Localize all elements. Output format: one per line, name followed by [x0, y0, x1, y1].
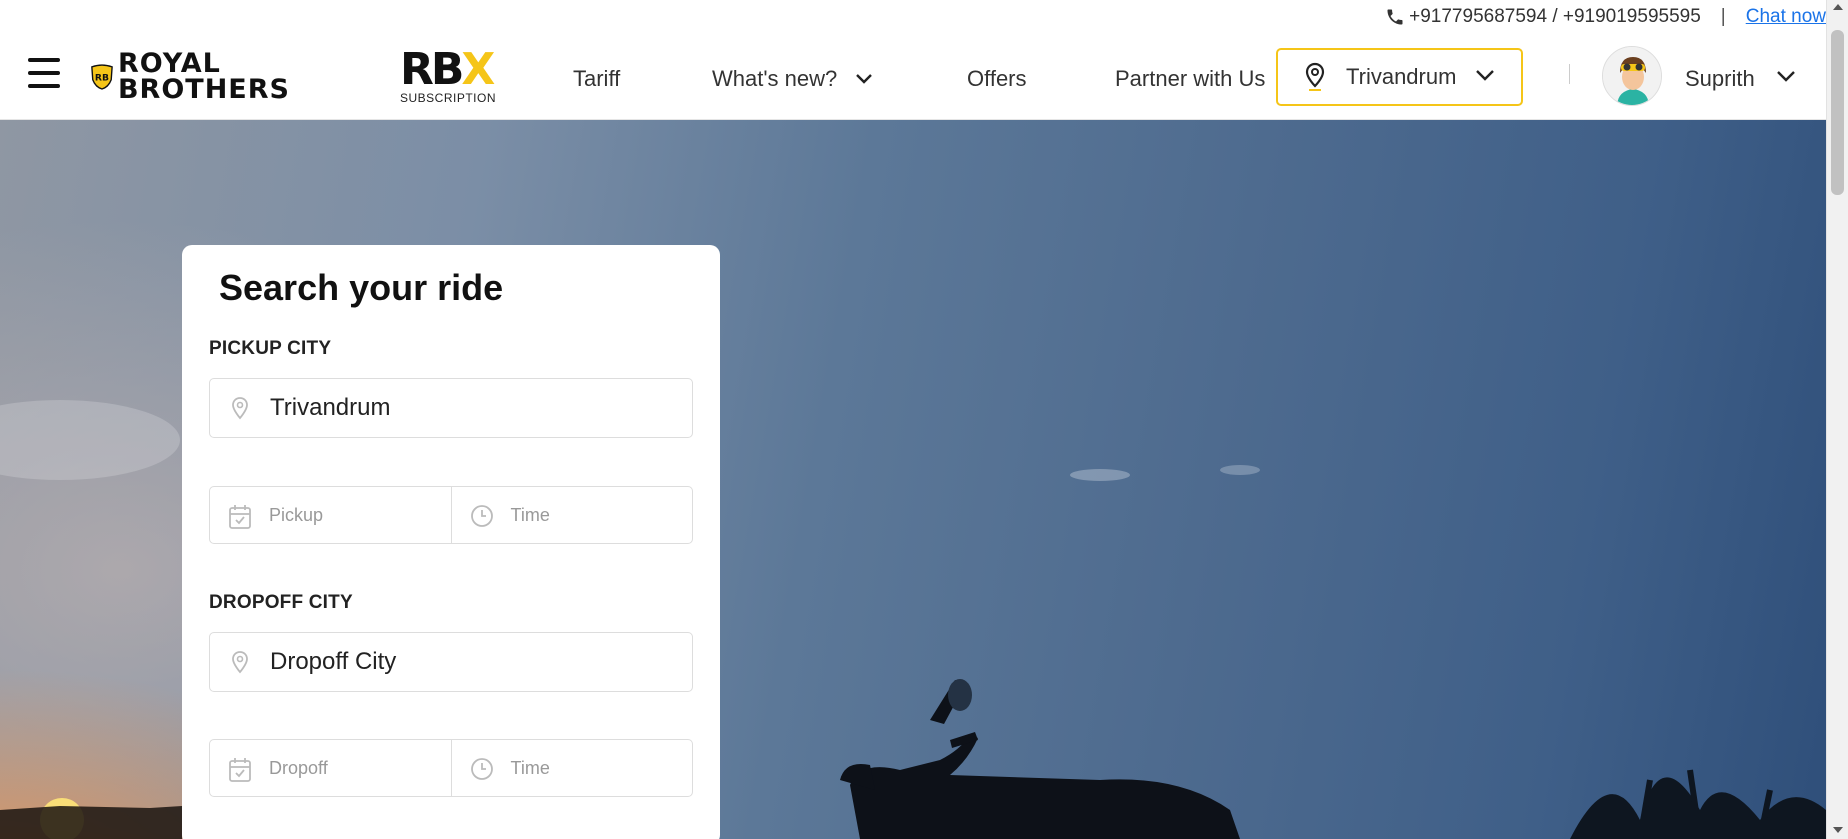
pickup-city-value: Trivandrum	[270, 394, 391, 421]
clock-icon	[470, 758, 493, 780]
user-name[interactable]: Suprith	[1685, 66, 1755, 92]
contact-strip: +917795687594 / +919019595595 | Chat now	[0, 0, 1826, 33]
rbx-mark: RB	[400, 44, 464, 95]
separator: |	[1720, 5, 1726, 27]
rbx-x: X	[461, 44, 495, 95]
dropoff-time-field[interactable]: Time	[450, 740, 693, 796]
pickup-time-placeholder: Time	[510, 504, 550, 525]
nav-partner[interactable]: Partner with Us	[1115, 66, 1265, 92]
dropoff-datetime-row: Dropoff Time	[209, 739, 693, 797]
svg-text:RB: RB	[95, 73, 109, 84]
chat-now-link[interactable]: Chat now	[1746, 6, 1826, 28]
dropoff-city-value: Dropoff City	[270, 648, 397, 675]
chevron-down-icon	[1476, 70, 1494, 81]
calendar-icon	[229, 758, 251, 782]
dropoff-city-input[interactable]: Dropoff City	[209, 632, 693, 692]
location-pin-icon	[232, 651, 248, 674]
selected-city: Trivandrum	[1346, 64, 1457, 89]
chevron-down-icon	[856, 74, 873, 84]
phone-numbers: +917795687594 / +919019595595	[1409, 5, 1701, 27]
pickup-time-field[interactable]: Time	[450, 487, 693, 543]
calendar-icon	[229, 505, 251, 529]
brand-line-2: BROTHERS	[117, 74, 290, 105]
avatar[interactable]	[1602, 46, 1662, 106]
location-pin-icon	[232, 397, 248, 420]
rbx-subtitle: SUBSCRIPTION	[400, 91, 497, 105]
pickup-date-field[interactable]: Pickup	[210, 487, 451, 543]
scroll-thumb[interactable]	[1831, 30, 1844, 195]
city-selector[interactable]: Trivandrum	[1276, 48, 1523, 106]
dropoff-date-field[interactable]: Dropoff	[210, 740, 451, 796]
pickup-date-placeholder: Pickup	[269, 504, 324, 525]
hamburger-icon[interactable]	[28, 58, 60, 88]
location-pin-icon	[1305, 62, 1325, 91]
pickup-city-input[interactable]: Trivandrum	[209, 378, 693, 438]
royal-brothers-logo[interactable]: RB ROYAL BROTHERS	[90, 49, 290, 105]
scroll-up-arrow-icon[interactable]	[1833, 4, 1843, 10]
pickup-datetime-row: Pickup Time	[209, 486, 693, 544]
search-ride-card: Search your ride PICKUP CITY Trivandrum …	[182, 245, 720, 839]
nav-whats-new[interactable]: What's new?	[712, 66, 873, 92]
dropoff-date-placeholder: Dropoff	[269, 757, 328, 778]
phone-icon	[1387, 9, 1403, 24]
page-scrollbar[interactable]	[1826, 0, 1848, 839]
dropoff-city-label: DROPOFF CITY	[209, 592, 353, 613]
pickup-city-label: PICKUP CITY	[209, 338, 332, 359]
clock-icon	[470, 505, 493, 527]
rbx-subscription-logo[interactable]: RBX SUBSCRIPTION	[400, 44, 497, 109]
scroll-down-arrow-icon[interactable]	[1833, 827, 1843, 833]
user-avatar-icon	[1603, 47, 1661, 105]
nav-tariff[interactable]: Tariff	[573, 66, 620, 92]
rb-shield-icon: RB	[91, 64, 113, 90]
dropoff-time-placeholder: Time	[510, 757, 550, 778]
chevron-down-icon[interactable]	[1776, 69, 1796, 83]
card-title: Search your ride	[219, 267, 504, 308]
navbar: RB ROYAL BROTHERS RBX SUBSCRIPTION Tarif…	[0, 33, 1826, 120]
divider	[1569, 64, 1570, 84]
nav-offers[interactable]: Offers	[967, 66, 1027, 92]
